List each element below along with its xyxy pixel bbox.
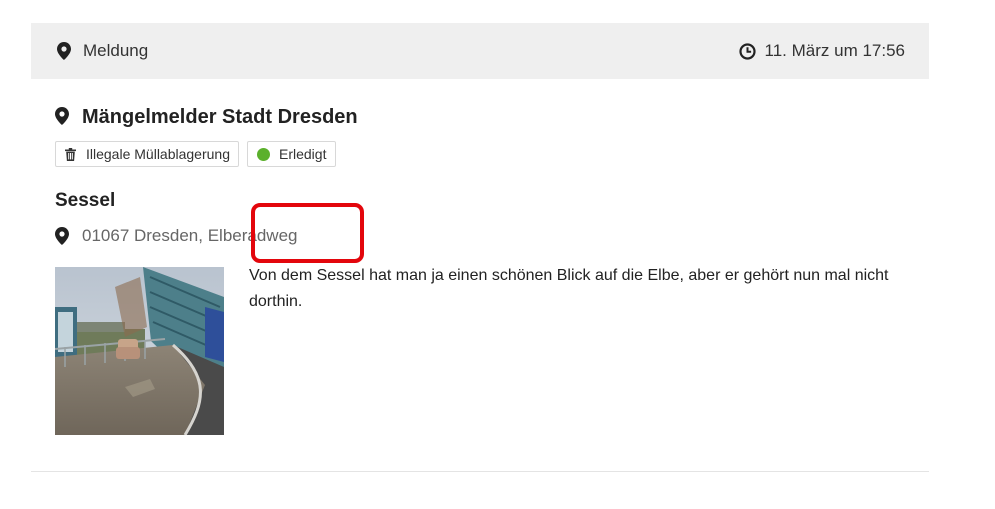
timestamp-label: 11. März um 17:56 — [764, 41, 905, 60]
report-type: Meldung — [57, 41, 148, 61]
status-highlight-box — [251, 203, 364, 263]
report-header: Meldung 11. März um 17:56 — [31, 23, 929, 79]
tag-list: Illegale Müllablagerung Erledigt — [55, 141, 905, 169]
clock-icon — [738, 42, 756, 60]
report-content: Von dem Sessel hat man ja einen schönen … — [54, 267, 905, 436]
status-dot-icon — [257, 147, 270, 161]
organization-name[interactable]: Mängelmelder Stadt Dresden — [82, 106, 358, 129]
category-label: Illegale Müllablagerung — [86, 146, 230, 162]
category-tag[interactable]: Illegale Müllablagerung — [55, 141, 239, 167]
organization-row: Mängelmelder Stadt Dresden — [55, 104, 905, 130]
report-title: Sessel — [55, 190, 116, 211]
trash-icon — [65, 147, 76, 161]
map-marker-icon — [57, 42, 71, 60]
report-timestamp: 11. März um 17:56 — [738, 41, 905, 61]
report-body: Mängelmelder Stadt Dresden Illegale Müll… — [31, 104, 929, 436]
map-marker-icon — [55, 107, 69, 125]
report-type-label: Meldung — [83, 41, 149, 60]
report-description: Von dem Sessel hat man ja einen schönen … — [249, 267, 889, 310]
address-row: 01067 Dresden, Elberadweg — [55, 225, 905, 247]
status-label: Erledigt — [279, 146, 327, 162]
status-badge[interactable]: Erledigt — [247, 141, 337, 167]
report-photo[interactable] — [54, 267, 224, 436]
divider — [31, 471, 929, 472]
report-card: Meldung 11. März um 17:56 Mängelmelder S… — [31, 23, 929, 436]
map-marker-icon — [55, 227, 69, 245]
